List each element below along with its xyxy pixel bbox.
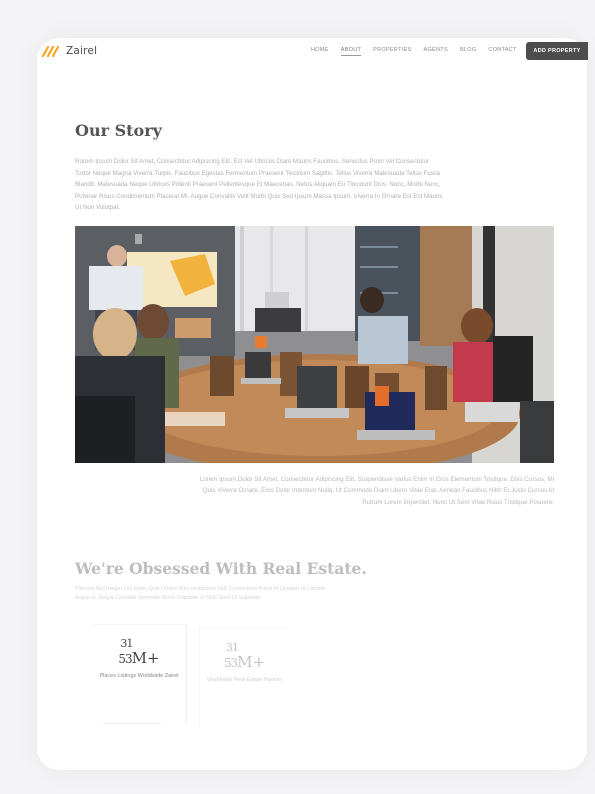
nav-home[interactable]: HOME <box>311 47 329 56</box>
stat-suffix: M+ <box>131 649 160 667</box>
nav-contact[interactable]: CONTACT <box>488 47 516 56</box>
add-property-button[interactable]: ADD PROPERTY <box>526 42 588 60</box>
logo-mark-icon <box>42 45 60 58</box>
main-nav: HOME ABOUT PROPERTIES AGENTS BLOG CONTAC… <box>311 47 517 56</box>
stat-digits-top: 31 <box>120 637 133 650</box>
obsessed-text: Placerat Sed Integer Leo Diam, Quis Orna… <box>75 586 325 601</box>
stat-divider <box>102 723 162 724</box>
nav-agents[interactable]: AGENTS <box>424 47 448 56</box>
stat-suffix: M+ <box>237 653 266 671</box>
nav-about[interactable]: ABOUT <box>340 47 362 56</box>
stat-label: Places Listings Worldwide Zairel <box>99 673 179 679</box>
story-title: Our Story <box>75 121 162 140</box>
meeting-photo <box>75 226 554 463</box>
stat-value: 31 53M+ <box>118 637 160 667</box>
stat-value: 31 53M+ <box>223 641 266 671</box>
brand-logo[interactable]: Zairel <box>42 44 97 58</box>
photo-caption: Lorem Ipsum Dolor Sit Amet, Consectetur … <box>199 476 554 506</box>
stat-digits-bottom: 53 <box>223 656 238 670</box>
stat-card: 31 53M+ Worldwide Real Estate Partner <box>199 628 289 726</box>
brand-name: Zairel <box>66 45 98 57</box>
stat-digits-bottom: 53 <box>118 652 132 666</box>
stat-card: 31 53M+ Places Listings Worldwide Zairel <box>92 624 187 724</box>
stat-digits-top: 31 <box>225 641 239 654</box>
obsessed-title: We're Obsessed With Real Estate. <box>75 559 367 578</box>
nav-blog[interactable]: BLOG <box>460 47 476 56</box>
nav-properties[interactable]: PROPERTIES <box>373 47 411 56</box>
stat-label: Worldwide Real Estate Partner <box>206 677 283 683</box>
story-text: Rorem Ipsum Dolor Sit Amet, Consectetur … <box>75 158 443 212</box>
